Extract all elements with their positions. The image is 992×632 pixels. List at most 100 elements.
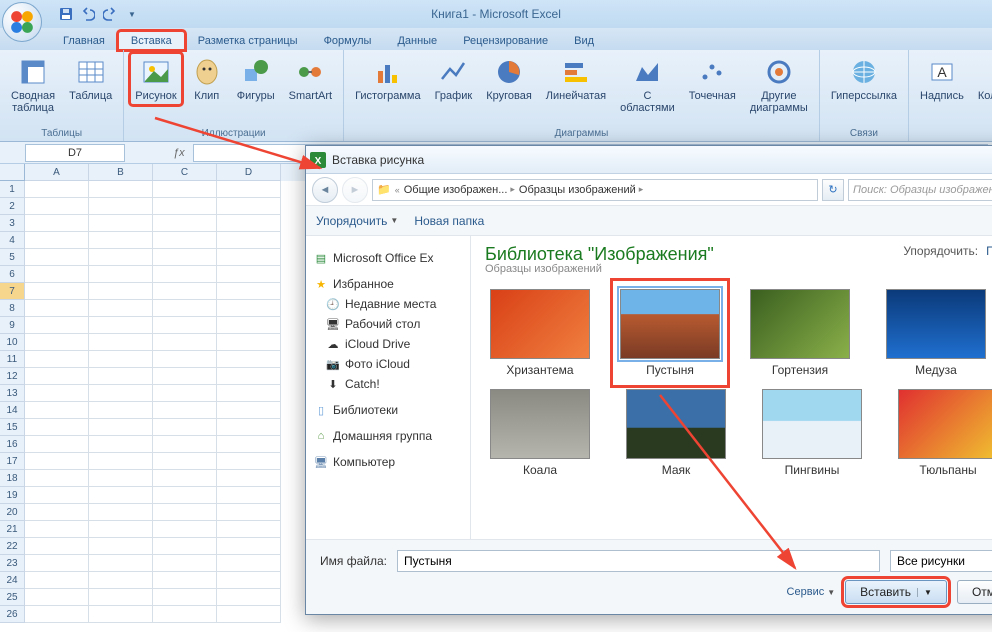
cell[interactable] [89,181,153,198]
nav-computer[interactable]: 🖥Компьютер [310,452,466,472]
organize-menu[interactable]: Упорядочить ▼ [316,214,398,228]
nav-libraries-head[interactable]: ▯Библиотеки [310,400,466,420]
filename-input[interactable]: Пустыня [397,550,880,572]
row-header[interactable]: 9 [0,317,25,334]
ribbon-pivot-button[interactable]: Своднаятаблица [6,53,60,117]
redo-icon[interactable] [100,4,120,24]
breadcrumb[interactable]: 📁 « Общие изображен...▸ Образцы изображе… [372,179,818,201]
cell[interactable] [217,368,281,385]
row-header[interactable]: 14 [0,402,25,419]
cell[interactable] [89,436,153,453]
row-header[interactable]: 12 [0,368,25,385]
undo-icon[interactable] [78,4,98,24]
row-header[interactable]: 17 [0,453,25,470]
thumbnail-item[interactable]: Тюльпаны [893,389,992,477]
cell[interactable] [89,504,153,521]
tab-data[interactable]: Данные [384,31,450,50]
row-header[interactable]: 7 [0,283,25,300]
row-header[interactable]: 15 [0,419,25,436]
cell[interactable] [25,266,89,283]
ribbon-smartart-button[interactable]: SmartArt [284,53,337,105]
cell[interactable] [25,317,89,334]
row-header[interactable]: 18 [0,470,25,487]
cell[interactable] [25,283,89,300]
refresh-button[interactable]: ↻ [822,179,844,201]
cell[interactable] [217,402,281,419]
cell[interactable] [89,589,153,606]
cell[interactable] [153,317,217,334]
cell[interactable] [89,334,153,351]
cell[interactable] [217,436,281,453]
office-button[interactable] [2,2,42,42]
ribbon-other-button[interactable]: Другиедиаграммы [745,53,813,117]
cell[interactable] [217,351,281,368]
cell[interactable] [153,215,217,232]
row-header[interactable]: 21 [0,521,25,538]
cell[interactable] [89,232,153,249]
new-folder-button[interactable]: Новая папка [414,214,484,228]
cell[interactable] [217,470,281,487]
fx-icon[interactable]: ƒx [173,147,185,159]
cell[interactable] [25,487,89,504]
cell[interactable] [217,606,281,623]
cell[interactable] [89,606,153,623]
cell[interactable] [153,504,217,521]
cell[interactable] [217,538,281,555]
cell[interactable] [153,470,217,487]
forward-button[interactable]: ► [342,177,368,203]
filetype-dropdown[interactable]: Все рисунки▼ [890,550,992,572]
row-header[interactable]: 23 [0,555,25,572]
cell[interactable] [25,351,89,368]
tab-formulas[interactable]: Формулы [311,31,385,50]
cell[interactable] [153,266,217,283]
cell[interactable] [25,215,89,232]
cell[interactable] [153,555,217,572]
cell[interactable] [217,589,281,606]
row-header[interactable]: 2 [0,198,25,215]
nav-favorites-head[interactable]: ★Избранное [310,274,466,294]
row-header[interactable]: 19 [0,487,25,504]
cell[interactable] [25,300,89,317]
cell[interactable] [217,521,281,538]
cell[interactable] [217,572,281,589]
cell[interactable] [25,385,89,402]
tab-pagelayout[interactable]: Разметка страницы [185,31,311,50]
cell[interactable] [153,538,217,555]
cell[interactable] [217,300,281,317]
ribbon-textbox-button[interactable]: AНадпись [915,53,969,105]
cell[interactable] [89,555,153,572]
cell[interactable] [89,521,153,538]
cell[interactable] [25,232,89,249]
row-header[interactable]: 20 [0,504,25,521]
cell[interactable] [25,555,89,572]
cell[interactable] [153,402,217,419]
cell[interactable] [89,198,153,215]
nav-fav-item[interactable]: ⬇Catch! [310,374,466,394]
tab-review[interactable]: Рецензирование [450,31,561,50]
row-header[interactable]: 24 [0,572,25,589]
cell[interactable] [89,317,153,334]
cell[interactable] [25,334,89,351]
cell[interactable] [153,521,217,538]
row-header[interactable]: 13 [0,385,25,402]
thumbnail-item[interactable]: Гортензия [745,289,855,377]
thumbnail-item[interactable]: Пустыня [615,283,725,383]
cell[interactable] [25,368,89,385]
cell[interactable] [89,300,153,317]
cell[interactable] [25,419,89,436]
cell[interactable] [153,249,217,266]
row-header[interactable]: 16 [0,436,25,453]
cell[interactable] [25,504,89,521]
column-header[interactable]: C [153,164,217,181]
column-header[interactable]: D [217,164,281,181]
cancel-button[interactable]: Отмена [957,580,992,604]
cell[interactable] [25,249,89,266]
row-header[interactable]: 5 [0,249,25,266]
ribbon-table-button[interactable]: Таблица [64,53,117,105]
cell[interactable] [153,419,217,436]
cell[interactable] [153,385,217,402]
column-header[interactable]: B [89,164,153,181]
cell[interactable] [153,368,217,385]
ribbon-clip-button[interactable]: Клип [186,53,228,105]
name-box[interactable]: D7 [25,144,125,162]
